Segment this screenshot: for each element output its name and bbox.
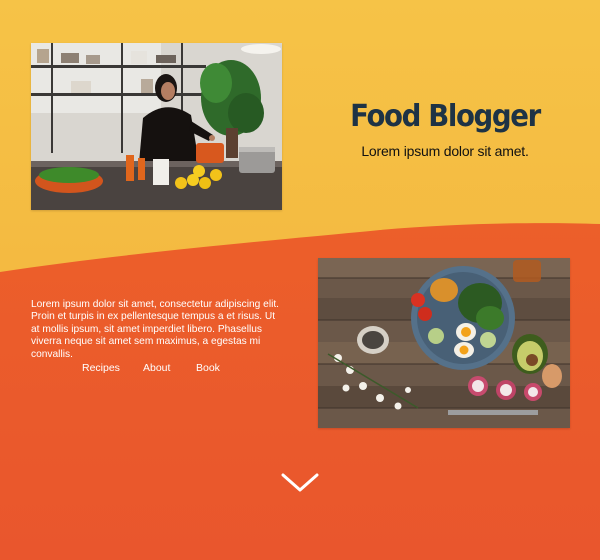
main-nav: Recipes About Book [82,362,252,378]
scroll-down-button[interactable] [281,472,319,494]
salad-photo [318,258,570,428]
nav-link-recipes[interactable]: Recipes [82,362,120,374]
hero-heading: Food Blogger Lorem ipsum dolor sit amet. [330,95,560,159]
intro-paragraph: Lorem ipsum dolor sit amet, consectetur … [31,299,280,360]
chevron-down-icon [281,473,319,492]
landing-page: Food Blogger Lorem ipsum dolor sit amet.… [0,0,600,560]
site-title: Food Blogger [350,99,541,134]
nav-link-book[interactable]: Book [196,362,220,374]
kitchen-photo [31,43,282,210]
tagline: Lorem ipsum dolor sit amet. [361,143,529,159]
nav-link-about[interactable]: About [143,362,170,374]
